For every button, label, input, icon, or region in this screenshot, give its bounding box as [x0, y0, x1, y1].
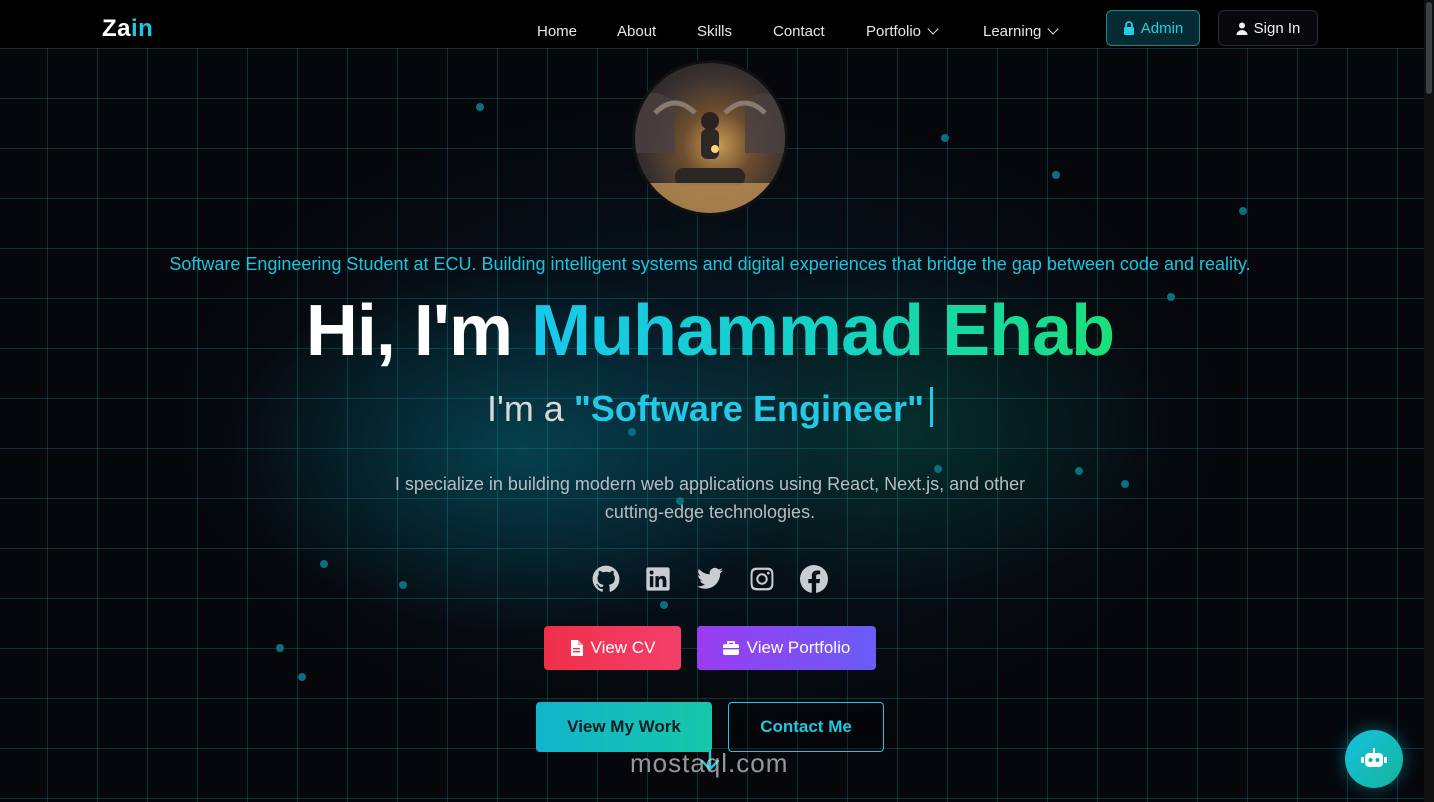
role-prefix: I'm a	[486, 388, 564, 429]
typing-caret	[930, 387, 934, 427]
view-portfolio-label: View Portfolio	[746, 638, 851, 657]
hero-role-line: I'm a "Software Engineer"	[0, 387, 1420, 430]
particle	[1121, 480, 1129, 488]
nav-portfolio-dropdown[interactable]: Portfolio	[866, 23, 939, 40]
facebook-icon[interactable]	[800, 565, 830, 595]
particle	[276, 644, 284, 652]
chatbot-button[interactable]	[1345, 730, 1403, 788]
watermark-text: mostaql.com	[630, 748, 789, 778]
sign-in-label: Sign In	[1253, 19, 1301, 37]
admin-button[interactable]: Admin	[1106, 10, 1200, 46]
admin-label: Admin	[1140, 19, 1184, 37]
user-icon	[1236, 22, 1248, 35]
view-portfolio-button[interactable]: View Portfolio	[697, 626, 876, 670]
hero-name: Muhammad Ehab	[531, 291, 1115, 371]
contact-me-button[interactable]: Contact Me	[728, 702, 884, 752]
avatar-photo	[635, 93, 785, 213]
linkedin-icon[interactable]	[644, 565, 674, 595]
hero-heading: Hi, I'm Muhammad Ehab	[0, 290, 1420, 372]
scrollbar-thumb[interactable]	[1426, 2, 1432, 94]
particle	[320, 560, 328, 568]
github-icon[interactable]	[592, 565, 622, 595]
particle	[298, 673, 306, 681]
site-logo[interactable]: Zain	[102, 15, 153, 43]
sign-in-button[interactable]: Sign In	[1218, 10, 1318, 46]
particle	[476, 103, 484, 111]
lock-icon	[1123, 21, 1134, 35]
hero-description: I specialize in building modern web appl…	[394, 474, 1026, 522]
hero-greeting: Hi, I'm	[305, 291, 513, 371]
page-scrollbar[interactable]	[1424, 0, 1434, 802]
nav-learning-dropdown[interactable]: Learning	[983, 23, 1060, 40]
chevron-down-icon	[927, 23, 939, 35]
pdf-file-icon	[570, 640, 583, 656]
particle	[1075, 467, 1083, 475]
view-cv-button[interactable]: View CV	[544, 626, 681, 670]
typed-role: "Software Engineer"	[573, 388, 925, 429]
hero-tagline: Software Engineering Student at ECU. Bui…	[169, 254, 1251, 274]
nav-home-link[interactable]: Home	[537, 23, 577, 40]
particle	[660, 601, 668, 609]
twitter-icon[interactable]	[696, 565, 726, 595]
particle	[1239, 207, 1247, 215]
social-links	[590, 565, 830, 595]
robot-icon	[1361, 748, 1387, 767]
view-cv-label: View CV	[590, 638, 656, 657]
particle	[941, 134, 949, 142]
view-my-work-button[interactable]: View My Work	[536, 702, 712, 752]
nav-skills-link[interactable]: Skills	[697, 23, 732, 40]
chevron-down-icon	[1047, 23, 1060, 35]
top-navbar: Zain Home About Skills Contact Portfolio…	[0, 0, 1424, 48]
profile-avatar	[632, 60, 788, 216]
nav-about-link[interactable]: About	[617, 23, 656, 40]
nav-contact-link[interactable]: Contact	[773, 23, 825, 40]
particle	[1052, 171, 1060, 179]
instagram-icon[interactable]	[748, 565, 778, 595]
briefcase-icon	[722, 641, 739, 655]
particle	[399, 581, 407, 589]
